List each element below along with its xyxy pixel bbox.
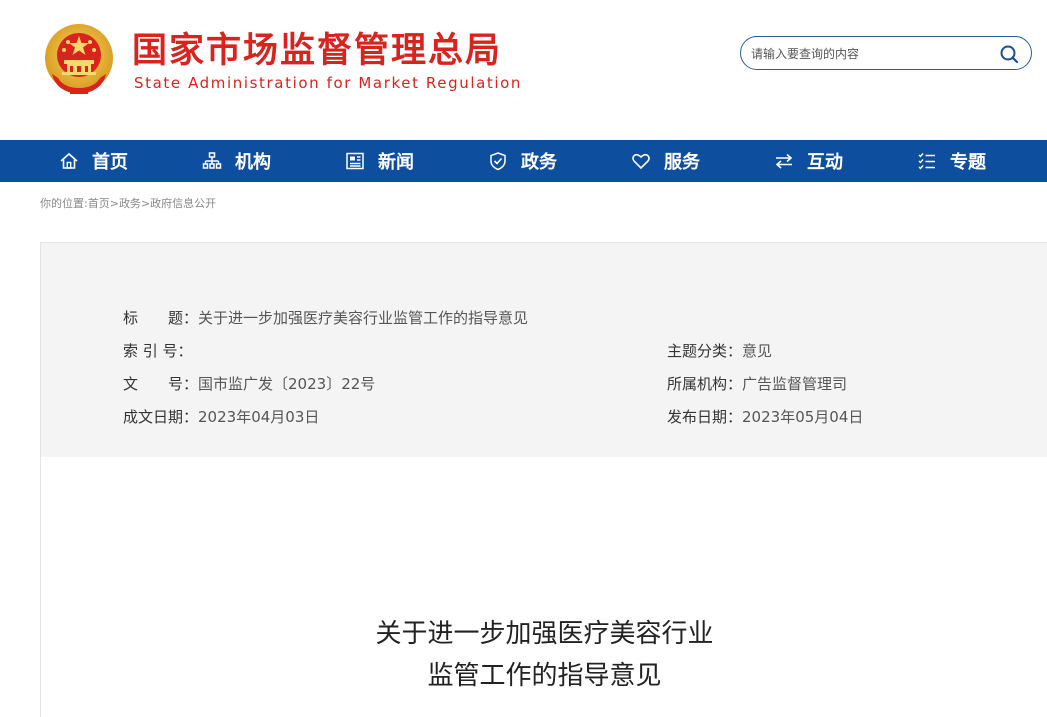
home-icon [58,151,80,171]
news-icon [344,151,366,171]
breadcrumb-separator: > [140,197,151,210]
article-title-line-1: 关于进一步加强医疗美容行业 [375,619,714,649]
nav-item-label: 政务 [521,152,557,173]
national-emblem-icon[interactable] [42,22,116,98]
info-title-value: 关于进一步加强医疗美容行业监管工作的指导意见 [198,309,529,327]
exchange-arrows-icon [773,151,795,171]
article-title-line-2: 监管工作的指导意见 [427,661,662,691]
info-index-label: 索 引 号： [123,342,193,360]
info-title-label: 标 题： [123,309,199,327]
info-agency-value: 广告监督管理司 [742,375,848,393]
info-index-row: 索 引 号： [123,340,193,361]
site-subtitle: State Administration for Market Regulati… [134,74,523,92]
info-agency-row: 所属机构：广告监督管理司 [667,373,847,394]
info-doc-number-label: 文 号： [123,375,199,393]
nav-item-label: 互动 [807,152,843,173]
breadcrumb-separator: > [109,197,119,210]
info-written-date-row: 成文日期：2023年04月03日 [123,406,319,427]
info-category-value: 意见 [742,342,773,360]
nav-item-label: 服务 [664,152,700,173]
info-category-row: 主题分类：意见 [667,340,772,361]
info-published-date-row: 发布日期：2023年05月04日 [667,406,863,427]
nav-item-label: 新闻 [378,152,414,173]
info-doc-number-value: 国市监广发〔2023〕22号 [198,375,376,393]
info-category-label: 主题分类： [667,342,743,360]
nav-item-service[interactable]: 服务 [572,140,715,182]
site-header: 国家市场监督管理总局 State Administration for Mark… [0,0,1047,140]
info-title-row: 标 题：关于进一步加强医疗美容行业监管工作的指导意见 [123,307,528,328]
shield-icon [487,151,509,171]
info-doc-number-row: 文 号：国市监广发〔2023〕22号 [123,373,375,394]
main-nav: 首页 机构 新闻 政务 服务 互动 专题 [0,140,1047,182]
info-agency-label: 所属机构： [667,375,743,393]
org-chart-icon [201,151,223,171]
heart-icon [630,151,652,171]
nav-item-news[interactable]: 新闻 [286,140,429,182]
article-body: 关于进一步加强医疗美容行业 监管工作的指导意见 [40,457,1047,717]
breadcrumb-prefix: 你的位置: [40,197,88,210]
breadcrumb-link-disclosure[interactable]: 政府信息公开 [150,197,216,210]
nav-item-label: 首页 [92,152,128,173]
breadcrumb-link-home[interactable]: 首页 [88,197,110,210]
document-info-panel: 标 题：关于进一步加强医疗美容行业监管工作的指导意见 索 引 号： 主题分类：意… [40,242,1047,458]
search-icon[interactable] [999,44,1019,64]
nav-item-interaction[interactable]: 互动 [715,140,858,182]
info-written-date-label: 成文日期： [123,408,199,426]
breadcrumb-link-government[interactable]: 政务 [119,197,141,210]
search-box [740,36,1032,70]
nav-item-label: 专题 [950,152,986,173]
breadcrumb: 你的位置:首页>政务>政府信息公开 [40,195,216,211]
nav-item-topics[interactable]: 专题 [858,140,1001,182]
nav-item-home[interactable]: 首页 [0,140,143,182]
info-published-date-label: 发布日期： [667,408,743,426]
nav-item-org[interactable]: 机构 [143,140,286,182]
list-icon [916,151,938,171]
info-written-date-value: 2023年04月03日 [198,408,320,426]
nav-item-label: 机构 [235,152,271,173]
nav-item-government[interactable]: 政务 [429,140,572,182]
search-input[interactable] [751,43,991,65]
site-title: 国家市场监督管理总局 [132,31,503,71]
info-published-date-value: 2023年05月04日 [742,408,864,426]
